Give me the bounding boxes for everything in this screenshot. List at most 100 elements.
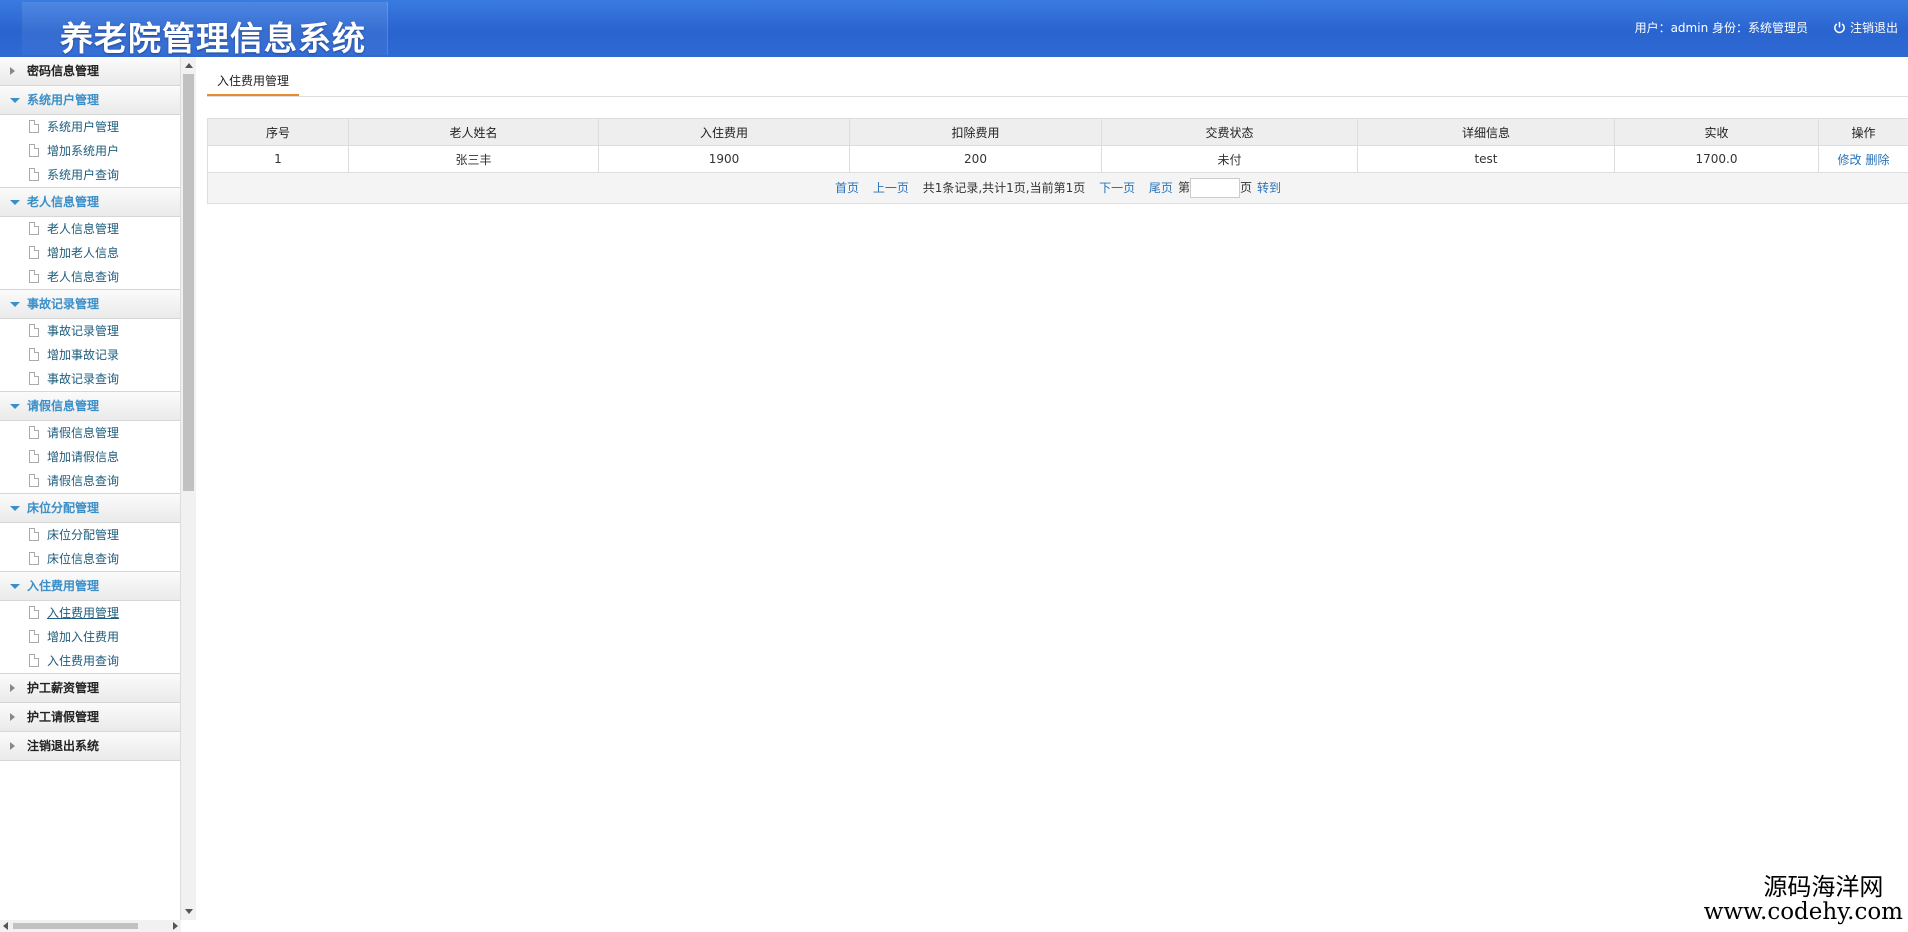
sidebar-item-bed-query[interactable]: 床位信息查询 (0, 547, 180, 571)
sidebar-item-label: 增加事故记录 (47, 348, 120, 362)
column-header: 实收 (1614, 118, 1819, 146)
caret-down-icon (10, 200, 20, 205)
go-page-link[interactable]: 转到 (1257, 181, 1281, 195)
sidebar-item-accident-query[interactable]: 事故记录查询 (0, 367, 180, 391)
scrollbar-thumb[interactable] (13, 923, 138, 929)
cell-status: 未付 (1101, 145, 1358, 173)
sidebar-item-system-user-manage[interactable]: 系统用户管理 (0, 115, 180, 139)
next-page-link[interactable]: 下一页 (1099, 181, 1135, 195)
menu-group-leave: 请假信息管理 请假信息管理 增加请假信息 请假信息查询 (0, 392, 180, 494)
scroll-right-icon[interactable] (173, 922, 178, 930)
scroll-up-icon[interactable] (185, 63, 193, 68)
menu-group-elder: 老人信息管理 老人信息管理 增加老人信息 老人信息查询 (0, 188, 180, 290)
menu-header-leave[interactable]: 请假信息管理 (0, 392, 180, 421)
menu-header-bed[interactable]: 床位分配管理 (0, 494, 180, 523)
menu-items: 请假信息管理 增加请假信息 请假信息查询 (0, 421, 180, 494)
sidebar-item-elder-query[interactable]: 老人信息查询 (0, 265, 180, 289)
sidebar-item-label: 增加系统用户 (47, 144, 120, 158)
sidebar-vertical-scrollbar[interactable] (181, 57, 196, 920)
menu-header-password[interactable]: 密码信息管理 (0, 57, 180, 86)
sidebar-item-label: 请假信息管理 (47, 426, 120, 440)
menu-header-salary[interactable]: 护工薪资管理 (0, 674, 180, 703)
sidebar-item-system-user-add[interactable]: 增加系统用户 (0, 139, 180, 163)
sidebar-item-bed-manage[interactable]: 床位分配管理 (0, 523, 180, 547)
file-icon (29, 348, 39, 361)
menu-header-logout[interactable]: 注销退出系统 (0, 732, 180, 761)
sidebar-item-elder-manage[interactable]: 老人信息管理 (0, 217, 180, 241)
logout-button[interactable]: 注销退出 (1833, 19, 1898, 36)
page-number-input[interactable] (1189, 178, 1240, 198)
sidebar-item-accident-manage[interactable]: 事故记录管理 (0, 319, 180, 343)
cell-deduct: 200 (849, 145, 1102, 173)
sidebar-item-label: 老人信息查询 (47, 270, 120, 284)
file-icon (29, 324, 39, 337)
sidebar-item-label: 入住费用管理 (47, 606, 120, 620)
main-content: 入住费用管理 序号 老人姓名 入住费用 扣除费用 交费状态 详细信息 实收 操作… (197, 57, 1908, 932)
sidebar-item-elder-add[interactable]: 增加老人信息 (0, 241, 180, 265)
menu-header-system-user[interactable]: 系统用户管理 (0, 86, 180, 115)
watermark-url: www.codehy.com (1703, 899, 1903, 925)
menu-header-label: 注销退出系统 (27, 739, 100, 753)
scroll-down-icon[interactable] (185, 909, 193, 914)
logo-box: 养老院管理信息系统 (22, 2, 388, 58)
sidebar-item-label: 增加老人信息 (47, 246, 120, 260)
menu-header-accident[interactable]: 事故记录管理 (0, 290, 180, 319)
edit-link[interactable]: 修改 (1837, 153, 1861, 167)
pager-row: 首页 上一页 共1条记录,共计1页,当前第1页 下一页 尾页第 页转到 (207, 172, 1908, 204)
menu-header-elder[interactable]: 老人信息管理 (0, 188, 180, 217)
scroll-left-icon[interactable] (3, 922, 8, 930)
menu-group-accident: 事故记录管理 事故记录管理 增加事故记录 事故记录查询 (0, 290, 180, 392)
menu-group-nurse-leave: 护工请假管理 (0, 703, 180, 732)
menu-group-salary: 护工薪资管理 (0, 674, 180, 703)
sidebar-item-fee-query[interactable]: 入住费用查询 (0, 649, 180, 673)
fee-table: 序号 老人姓名 入住费用 扣除费用 交费状态 详细信息 实收 操作 1 张三丰 … (207, 118, 1908, 204)
file-icon (29, 474, 39, 487)
sidebar-item-label: 床位分配管理 (47, 528, 120, 542)
column-header: 详细信息 (1357, 118, 1615, 146)
menu-header-label: 护工请假管理 (27, 710, 100, 724)
caret-down-icon (10, 506, 20, 511)
menu-header-label: 请假信息管理 (27, 399, 100, 413)
sidebar-item-fee-add[interactable]: 增加入住费用 (0, 625, 180, 649)
cell-name: 张三丰 (348, 145, 599, 173)
watermark-text: 源码海洋网 (1763, 873, 1884, 901)
scrollbar-thumb[interactable] (183, 74, 194, 491)
last-page-link[interactable]: 尾页 (1149, 181, 1173, 195)
sidebar-item-leave-manage[interactable]: 请假信息管理 (0, 421, 180, 445)
menu-header-label: 事故记录管理 (27, 297, 100, 311)
menu-header-label: 密码信息管理 (27, 64, 100, 78)
sidebar-item-accident-add[interactable]: 增加事故记录 (0, 343, 180, 367)
table-header-row: 序号 老人姓名 入住费用 扣除费用 交费状态 详细信息 实收 操作 (207, 118, 1908, 146)
sidebar-item-system-user-query[interactable]: 系统用户查询 (0, 163, 180, 187)
sidebar-item-label: 请假信息查询 (47, 474, 120, 488)
app-title: 养老院管理信息系统 (60, 19, 366, 58)
tab-fee-manage[interactable]: 入住费用管理 (207, 69, 300, 96)
caret-down-icon (10, 404, 20, 409)
sidebar-item-fee-manage[interactable]: 入住费用管理 (0, 601, 180, 625)
sidebar-item-leave-query[interactable]: 请假信息查询 (0, 469, 180, 493)
page-suffix: 页 (1239, 180, 1252, 195)
file-icon (29, 168, 39, 181)
file-icon (29, 426, 39, 439)
menu-group-password: 密码信息管理 (0, 57, 180, 86)
prev-page-link[interactable]: 上一页 (873, 181, 909, 195)
menu-items: 系统用户管理 增加系统用户 系统用户查询 (0, 115, 180, 188)
cell-no: 1 (207, 145, 349, 173)
file-icon (29, 552, 39, 565)
menu-header-fee[interactable]: 入住费用管理 (0, 572, 180, 601)
first-page-link[interactable]: 首页 (835, 181, 859, 195)
sidebar-item-label: 床位信息查询 (47, 552, 120, 566)
menu-items: 老人信息管理 增加老人信息 老人信息查询 (0, 217, 180, 290)
column-header: 入住费用 (598, 118, 850, 146)
file-icon (29, 528, 39, 541)
menu-group-bed: 床位分配管理 床位分配管理 床位信息查询 (0, 494, 180, 572)
sidebar-horizontal-scrollbar[interactable] (0, 920, 181, 932)
file-icon (29, 120, 39, 133)
file-icon (29, 144, 39, 157)
pager: 首页 上一页 共1条记录,共计1页,当前第1页 下一页 尾页第 页转到 (207, 172, 1908, 204)
sidebar-item-label: 增加入住费用 (47, 630, 120, 644)
menu-header-label: 老人信息管理 (27, 195, 100, 209)
sidebar-item-leave-add[interactable]: 增加请假信息 (0, 445, 180, 469)
menu-header-nurse-leave[interactable]: 护工请假管理 (0, 703, 180, 732)
delete-link[interactable]: 删除 (1866, 153, 1890, 167)
